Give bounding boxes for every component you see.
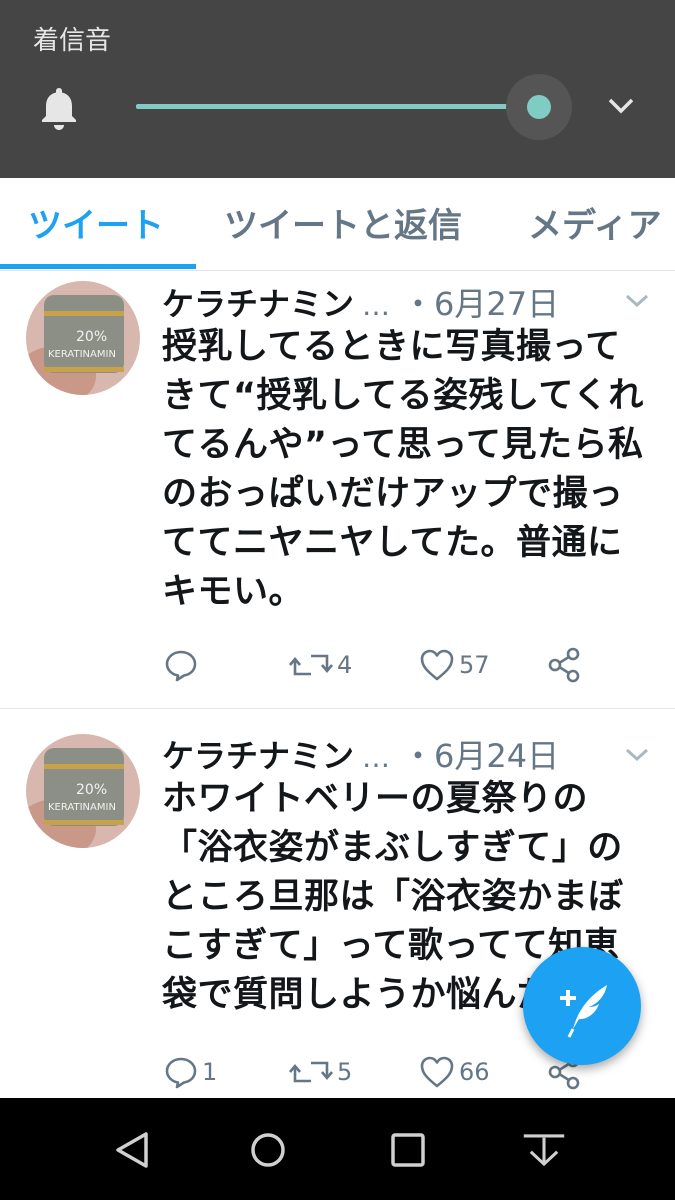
tweet-text-line: てるんや”って思って見たら私 <box>162 425 644 465</box>
avatar-text-brand: KERATINAMIN <box>48 349 116 360</box>
tweet-text: 授乳してるときに写真撮って きて“授乳してる姿残してくれ てるんや”って思って見… <box>162 323 654 617</box>
reply-button[interactable] <box>164 645 202 685</box>
like-button[interactable]: 66 <box>419 1052 490 1092</box>
avatar[interactable]: 20% KERATINAMIN <box>26 281 140 395</box>
tweet-text-line: 「浴衣姿がまぶしすぎて」の <box>162 828 623 868</box>
profile-tabs: ツイート ツイートと返信 メディア <box>0 178 675 271</box>
heart-icon <box>420 1056 454 1088</box>
volume-title: 着信音 <box>33 26 112 56</box>
tweet-header: ケラチナミン… ・6月24日 <box>162 731 632 775</box>
tweet-date: ・6月24日 <box>402 737 560 775</box>
author-ellipsis: … <box>362 289 391 322</box>
share-icon <box>548 647 580 683</box>
tab-tweets[interactable]: ツイート <box>28 198 164 247</box>
retweet-icon <box>289 654 333 676</box>
tweet-text-line: のおっぱいだけアップで撮っ <box>162 474 624 514</box>
reply-icon <box>165 1057 197 1089</box>
recents-icon[interactable] <box>386 1128 430 1172</box>
retweet-count: 4 <box>337 651 353 679</box>
tab-tweets-and-replies[interactable]: ツイートと返信 <box>224 198 462 247</box>
reply-icon <box>165 650 197 682</box>
author-name[interactable]: ケラチナミン <box>162 285 354 323</box>
tweet-header: ケラチナミン… ・6月27日 <box>162 279 632 323</box>
reply-button[interactable]: 1 <box>164 1052 217 1092</box>
compose-tweet-icon <box>560 985 607 1038</box>
retweet-button[interactable]: 4 <box>289 645 352 685</box>
author-name[interactable]: ケラチナミン <box>162 737 354 775</box>
tweet-text-line: きて“授乳してる姿残してくれ <box>162 376 644 416</box>
heart-icon <box>420 649 454 681</box>
tweet-date: ・6月27日 <box>402 285 560 323</box>
tweet-text-line: 授乳してるときに写真撮って <box>162 327 621 367</box>
tweet-text-line: ホワイトベリーの夏祭りの <box>162 779 589 819</box>
avatar-text-percent: 20% <box>76 782 107 798</box>
volume-panel: 着信音 <box>0 0 675 178</box>
reply-count: 1 <box>202 1058 218 1086</box>
active-tab-indicator <box>0 264 196 269</box>
compose-tweet-button[interactable] <box>523 947 641 1065</box>
tweet-text-line: ててニヤニヤしてた。普通に <box>162 523 623 563</box>
volume-slider-track[interactable] <box>136 104 540 109</box>
keyboard-hide-icon[interactable] <box>522 1128 566 1172</box>
avatar-image: 20% KERATINAMIN <box>26 734 140 848</box>
tweet-text-line: キモい。 <box>162 572 305 612</box>
chevron-down-icon[interactable] <box>604 94 638 118</box>
retweet-icon <box>289 1061 333 1083</box>
avatar[interactable]: 20% KERATINAMIN <box>26 734 140 848</box>
volume-slider-thumb[interactable] <box>527 95 551 119</box>
back-icon[interactable] <box>110 1128 154 1172</box>
retweet-button[interactable]: 5 <box>289 1052 352 1092</box>
author-ellipsis: … <box>362 741 391 774</box>
avatar-image: 20% KERATINAMIN <box>26 281 140 395</box>
chevron-down-icon[interactable] <box>624 293 650 309</box>
tweet[interactable]: 20% KERATINAMIN ケラチナミン… ・6月27日 授乳してるときに写真… <box>0 271 675 708</box>
android-navigation-bar <box>0 1098 675 1200</box>
share-button[interactable] <box>546 645 582 685</box>
like-count: 66 <box>459 1058 490 1086</box>
avatar-text-brand: KERATINAMIN <box>48 802 116 813</box>
like-count: 57 <box>459 651 490 679</box>
tweet-text-line: ところ旦那は「浴衣姿かまぼ <box>162 877 624 917</box>
tab-media[interactable]: メディア <box>528 198 662 247</box>
avatar-text-percent: 20% <box>76 329 107 345</box>
home-icon[interactable] <box>246 1128 290 1172</box>
like-button[interactable]: 57 <box>419 645 490 685</box>
retweet-count: 5 <box>337 1058 353 1086</box>
chevron-down-icon[interactable] <box>624 747 650 763</box>
bell-icon[interactable] <box>38 84 80 132</box>
